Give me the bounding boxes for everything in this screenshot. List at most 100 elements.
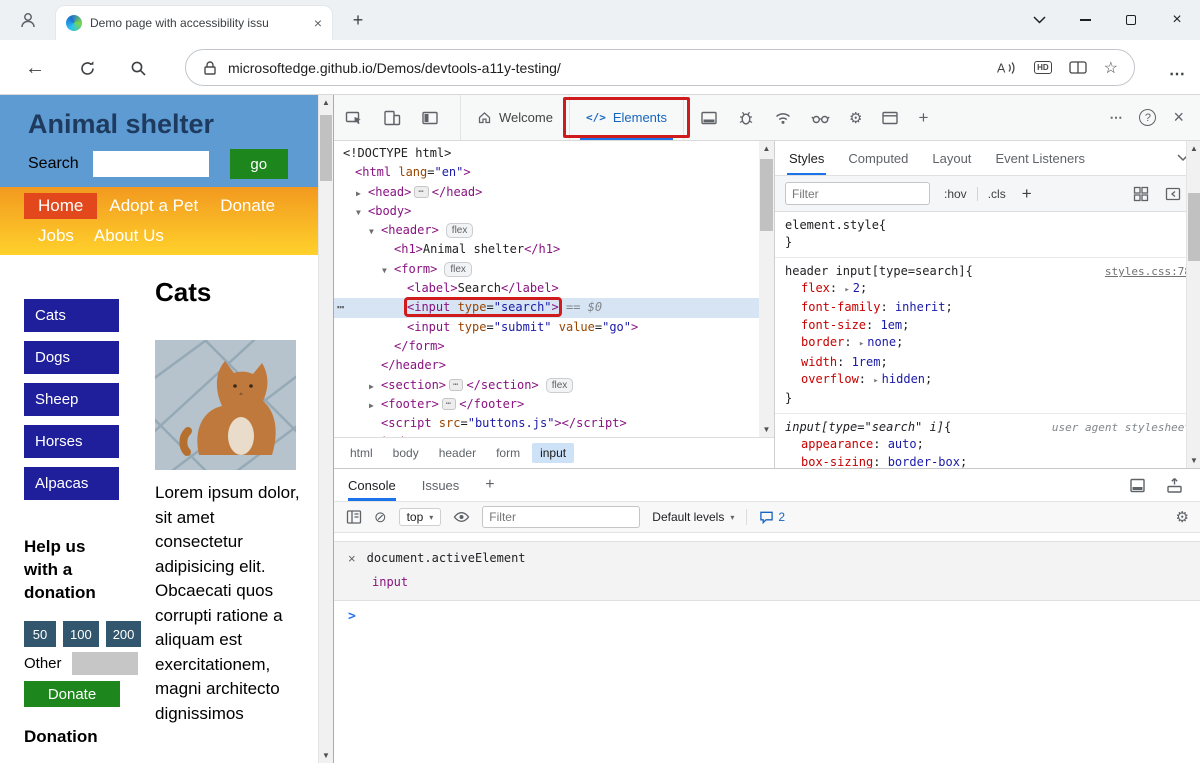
browser-menu-icon[interactable]: ⋯	[1169, 64, 1186, 84]
css-property[interactable]: width: 1rem;	[785, 354, 1191, 371]
collapse-arrow-icon[interactable]: ▼	[369, 222, 381, 241]
profile-button[interactable]	[8, 4, 48, 36]
live-expression-code[interactable]: document.activeElement	[367, 551, 526, 565]
scroll-up-icon[interactable]: ▲	[1187, 141, 1200, 156]
console-prompt[interactable]: >	[334, 601, 1200, 631]
tab-issues[interactable]: Issues	[422, 469, 460, 501]
expand-drawer-icon[interactable]	[1166, 477, 1183, 494]
dom-node[interactable]: <script src="buttons.js"></script>	[334, 414, 759, 433]
amount-button-100[interactable]: 100	[63, 621, 99, 647]
category-button-horses[interactable]: Horses	[24, 425, 119, 458]
minimize-button[interactable]	[1062, 0, 1108, 40]
vision-deficiencies-icon[interactable]	[811, 109, 830, 127]
page-scrollbar[interactable]: ▲ ▼	[318, 95, 333, 763]
nav-item-jobs[interactable]: Jobs	[38, 226, 74, 246]
css-property[interactable]: font-family: inherit;	[785, 299, 1191, 316]
css-property[interactable]: overflow: ▸ hidden;	[785, 371, 1191, 390]
dom-node[interactable]: ▶ <footer> ⋯ </footer>	[334, 395, 759, 414]
tab-event-listeners[interactable]: Event Listeners	[995, 141, 1085, 175]
dom-node[interactable]: </header>	[334, 356, 759, 375]
inline-expand-icon[interactable]: ⋯	[449, 378, 464, 391]
donate-button[interactable]: Donate	[24, 681, 120, 707]
messages-count-badge[interactable]: 2	[759, 510, 785, 524]
network-conditions-icon[interactable]	[774, 109, 792, 127]
scroll-down-icon[interactable]: ▼	[1187, 453, 1200, 468]
scrollbar-thumb[interactable]	[760, 159, 773, 231]
expand-arrow-icon[interactable]: ▶	[356, 184, 368, 203]
address-bar[interactable]: microsoftedge.github.io/Demos/devtools-a…	[185, 49, 1135, 86]
scroll-down-icon[interactable]: ▼	[319, 748, 333, 763]
expand-arrow-icon[interactable]: ▶	[369, 377, 381, 396]
console-settings-icon[interactable]: ⚙	[1176, 508, 1189, 526]
category-button-alpacas[interactable]: Alpacas	[24, 467, 119, 500]
tab-actions-chevron-icon[interactable]	[1016, 0, 1062, 40]
amount-button-200[interactable]: 200	[105, 621, 142, 647]
css-property[interactable]: box-sizing: border-box;	[785, 454, 1191, 468]
log-levels-selector[interactable]: Default levels ▾	[652, 510, 734, 524]
scroll-down-icon[interactable]: ▼	[759, 422, 774, 437]
dom-node[interactable]: <!DOCTYPE html>	[334, 144, 759, 163]
dom-node[interactable]: <label>Search</label>	[334, 279, 759, 298]
hd-icon[interactable]: HD	[1034, 61, 1052, 74]
dom-node[interactable]: ▼ <body>	[334, 202, 759, 221]
refresh-button[interactable]	[75, 56, 99, 80]
add-tool-icon[interactable]: +	[918, 108, 928, 128]
more-options-icon[interactable]: ⋯	[1109, 110, 1122, 126]
tab-layout[interactable]: Layout	[932, 141, 971, 175]
tab-elements[interactable]: </> Elements	[562, 95, 691, 140]
breadcrumb-item-input[interactable]: input	[532, 443, 575, 463]
close-window-button[interactable]: ×	[1154, 0, 1200, 40]
page-search-input[interactable]	[92, 151, 209, 177]
rendering-emulation-icon[interactable]	[1133, 186, 1149, 202]
site-info-icon[interactable]	[202, 60, 218, 76]
toggle-pseudo-state-button[interactable]: :hov	[944, 187, 967, 201]
amount-button-50[interactable]: 50	[24, 621, 56, 647]
breadcrumb-item-form[interactable]: form	[488, 443, 528, 463]
tab-close-icon[interactable]: ×	[314, 16, 322, 30]
css-selector[interactable]: header input[type=search]	[785, 263, 966, 280]
dom-node[interactable]: ▶ <section> ⋯ </section> flex	[334, 376, 759, 395]
css-property[interactable]: border: ▸ none;	[785, 334, 1191, 353]
styles-scrollbar[interactable]: ▲ ▼	[1186, 141, 1200, 468]
scroll-up-icon[interactable]: ▲	[759, 141, 774, 156]
dom-node[interactable]: ⋯ <input type="search"> == $0	[334, 297, 759, 318]
favorites-star-icon[interactable]: ☆	[1104, 58, 1118, 78]
split-screen-icon[interactable]	[1069, 60, 1087, 75]
tab-styles[interactable]: Styles	[786, 141, 827, 175]
collapse-arrow-icon[interactable]: ▼	[356, 203, 368, 222]
node-menu-icon[interactable]: ⋯	[337, 298, 345, 317]
dock-side-icon[interactable]	[420, 108, 440, 128]
remove-live-expression-icon[interactable]: ×	[348, 551, 356, 566]
tab-computed[interactable]: Computed	[848, 141, 908, 175]
nav-item-adopt-a-pet[interactable]: Adopt a Pet	[109, 196, 198, 216]
live-expression-eye-icon[interactable]	[453, 510, 470, 524]
inline-expand-icon[interactable]: ⋯	[414, 185, 429, 198]
expand-shorthand-icon[interactable]: ▸	[873, 376, 878, 386]
search-button[interactable]	[126, 56, 150, 80]
flex-badge[interactable]: flex	[545, 377, 574, 393]
breadcrumb-item-body[interactable]: body	[385, 443, 427, 463]
settings-gear-icon[interactable]: ⚙	[849, 109, 862, 127]
console-filter-input[interactable]	[482, 506, 641, 528]
back-button[interactable]: ←	[23, 56, 47, 80]
clear-console-icon[interactable]: ⊘	[374, 510, 387, 525]
nav-item-about-us[interactable]: About Us	[94, 226, 164, 246]
expand-shorthand-icon[interactable]: ▸	[859, 339, 864, 349]
category-button-dogs[interactable]: Dogs	[24, 341, 119, 374]
nav-item-home[interactable]: Home	[24, 193, 98, 219]
css-selector[interactable]: element.style	[785, 217, 879, 234]
breadcrumb-item-header[interactable]: header	[431, 443, 484, 463]
help-icon[interactable]: ?	[1139, 109, 1157, 126]
console-sidebar-icon[interactable]	[346, 509, 362, 525]
dom-node[interactable]: ▼ <form> flex	[334, 260, 759, 279]
maximize-button[interactable]	[1108, 0, 1154, 40]
browser-tab[interactable]: Demo page with accessibility issu ×	[56, 6, 332, 40]
category-button-cats[interactable]: Cats	[24, 299, 119, 332]
elements-scrollbar[interactable]: ▲ ▼	[759, 141, 774, 437]
read-aloud-icon[interactable]: A	[996, 60, 1017, 76]
scrollbar-thumb[interactable]	[320, 115, 332, 181]
tab-console[interactable]: Console	[348, 469, 396, 501]
dom-node[interactable]: <h1>Animal shelter</h1>	[334, 240, 759, 259]
nav-item-donate[interactable]: Donate	[220, 196, 275, 216]
expand-shorthand-icon[interactable]: ▸	[844, 285, 849, 295]
